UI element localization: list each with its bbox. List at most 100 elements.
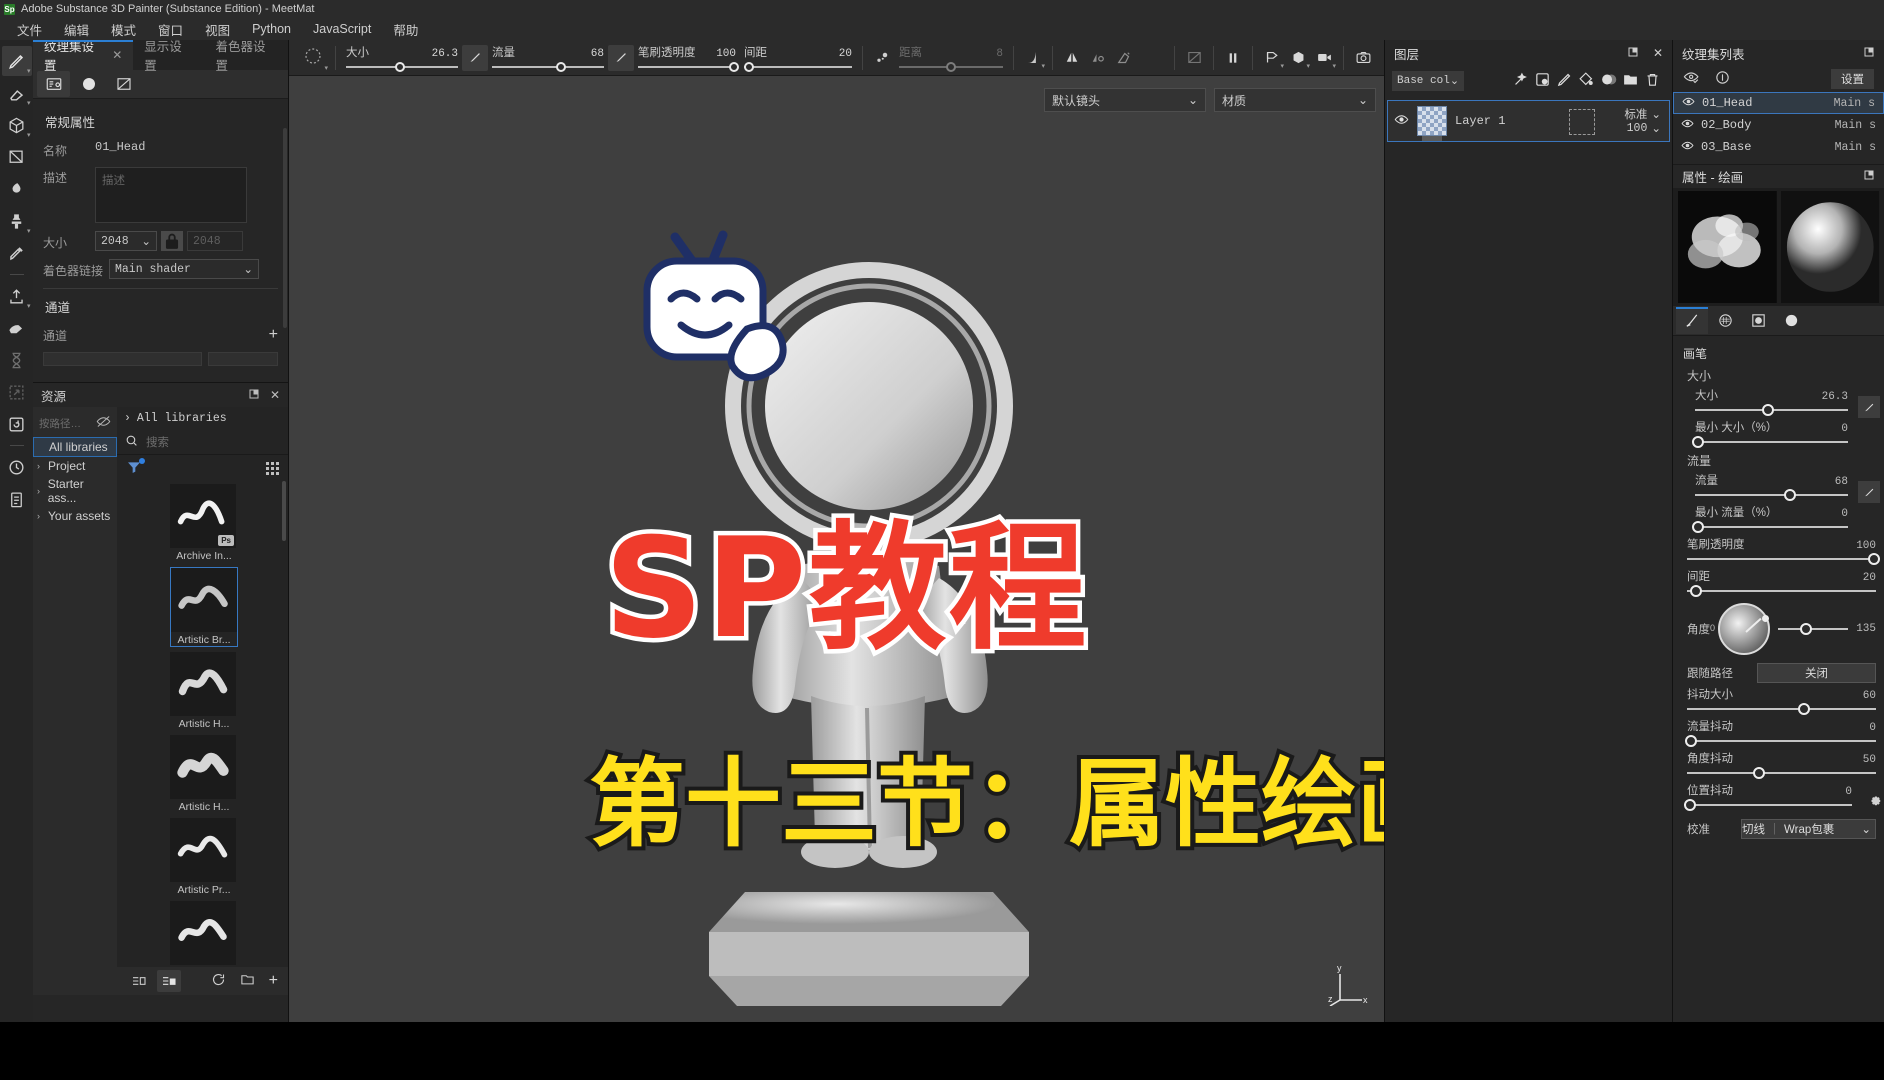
chevron-right-icon[interactable]: › (124, 412, 131, 425)
filter-icon[interactable] (126, 457, 145, 478)
add-folder-icon[interactable] (1622, 71, 1639, 91)
prop-min-flow-row[interactable]: 最小 流量（%） 0 (1673, 503, 1884, 535)
prop-angle-row[interactable]: 角度 0 135 (1673, 599, 1884, 657)
delete-layer-icon[interactable] (1644, 71, 1661, 91)
log-tool[interactable] (2, 484, 32, 514)
falloff-curve-icon[interactable]: ▾ (1020, 45, 1046, 71)
tree-item-all-libraries[interactable]: All libraries (33, 437, 117, 457)
asset-item[interactable]: Artistic H... (170, 735, 238, 813)
detail-view-icon[interactable] (157, 970, 181, 992)
prop-flow-row[interactable]: 流量 68 (1673, 471, 1884, 503)
properties-body[interactable]: 画笔 大小 大小 26.3 最小 大小（%） 0 流量 流量 68 最小 流量（… (1673, 336, 1884, 1080)
lock-icon[interactable] (161, 231, 183, 251)
projection-tool[interactable]: ▾ (2, 110, 32, 140)
bake-tool[interactable] (2, 313, 32, 343)
path-filter-placeholder[interactable]: 按路径… (39, 416, 81, 431)
camera-select[interactable]: 默认镜头 ⌄ (1044, 88, 1206, 112)
close-icon[interactable]: ✕ (270, 388, 280, 403)
add-channel-button[interactable]: + (269, 326, 278, 343)
gear-icon[interactable] (1868, 793, 1882, 810)
viewport-mode-icon[interactable]: ▾ (1259, 45, 1285, 71)
add-paint-layer-icon[interactable] (1556, 71, 1573, 91)
assets-search-row[interactable]: 搜索 (117, 429, 288, 455)
export-tool[interactable]: ▾ (2, 281, 32, 311)
add-icon[interactable]: + (269, 973, 278, 989)
maximize-icon[interactable] (1627, 46, 1639, 61)
pause-render-icon[interactable] (1220, 45, 1246, 71)
tree-item-your-assets[interactable]: › Your assets (33, 507, 117, 525)
refresh-tool[interactable] (2, 409, 32, 439)
shading-select[interactable]: 材质 ⌄ (1214, 88, 1376, 112)
hourglass-tool[interactable] (2, 345, 32, 375)
flow-slider[interactable]: 流量 68 (488, 44, 608, 72)
hide-symmetry-plane-icon[interactable] (1181, 45, 1207, 71)
eye-check-icon[interactable] (1683, 69, 1700, 89)
clone-stamp-tool[interactable]: ▾ (2, 206, 32, 236)
assets-grid[interactable]: Ps Archive In... Artistic Br... Artistic… (117, 481, 288, 967)
prop-angle-jitter-row[interactable]: 角度抖动 50 (1673, 749, 1884, 781)
add-mask-icon[interactable] (1600, 71, 1617, 91)
brush-dynamics-icon[interactable] (869, 45, 895, 71)
shader-select[interactable]: Main shader ⌄ (109, 259, 259, 279)
prop-size-jitter-row[interactable]: 抖动大小 60 (1673, 685, 1884, 717)
asset-item[interactable]: Artistic Pr... (170, 818, 238, 896)
layer-blend-mode[interactable]: 标准 ⌄ (1624, 106, 1661, 122)
brush-tab[interactable] (1676, 307, 1708, 334)
eye-off-icon[interactable] (96, 414, 111, 432)
chevron-right-icon[interactable]: › (37, 461, 45, 471)
assets-scrollbar[interactable] (282, 481, 286, 541)
paint-brush-tool[interactable]: ▾ (1, 46, 32, 76)
add-fill-layer-icon[interactable] (1534, 71, 1551, 91)
layer-mask-slot[interactable] (1569, 109, 1595, 135)
brush-cursor-icon[interactable]: ▾ (299, 43, 329, 73)
texture-set-item-01-head[interactable]: 01_Head Main s (1673, 92, 1884, 114)
refresh-icon[interactable] (211, 972, 226, 990)
asset-item[interactable]: Artistic S... (170, 901, 238, 967)
alpha-tab[interactable] (1709, 307, 1741, 334)
symmetry-radial-icon[interactable] (1085, 45, 1111, 71)
visibility-icon[interactable] (1682, 95, 1695, 112)
channel-slot-a[interactable] (43, 352, 202, 366)
size-pen-pressure-toggle[interactable] (1858, 396, 1880, 418)
size-slider[interactable]: 大小 26.3 (342, 44, 462, 72)
prop-follow-path-row[interactable]: 跟随路径 关闭 (1673, 657, 1884, 685)
material-sphere-preview[interactable] (1780, 191, 1879, 303)
visibility-icon[interactable] (1681, 117, 1694, 134)
chevron-right-icon[interactable]: › (37, 511, 45, 521)
screenshot-icon[interactable] (1350, 45, 1376, 71)
tree-item-project[interactable]: › Project (33, 457, 117, 475)
prop-size-row[interactable]: 大小 26.3 (1673, 386, 1884, 418)
prop-min-size-row[interactable]: 最小 大小（%） 0 (1673, 418, 1884, 450)
texture-set-settings-icon[interactable] (37, 71, 70, 97)
menu-item-javascript[interactable]: JavaScript (302, 20, 382, 38)
tab-display-settings[interactable]: 显示设置 (133, 40, 204, 73)
texture-set-item-03-base[interactable]: 03_Base Main s (1673, 136, 1884, 158)
flow-pen-pressure-toggle[interactable] (608, 44, 634, 71)
maximize-icon[interactable] (1863, 169, 1875, 184)
stencil-tab[interactable] (1742, 307, 1774, 334)
smudge-tool[interactable] (2, 174, 32, 204)
name-value[interactable]: 01_Head (95, 140, 145, 154)
viewport-3d[interactable]: 默认镜头 ⌄ 材质 ⌄ SP教程 第十三节：属性绘 y x z (289, 76, 1384, 1022)
tab-shader-settings[interactable]: 着色器设置 (205, 40, 289, 73)
flow-pen-pressure-toggle[interactable] (1858, 481, 1880, 503)
new-folder-icon[interactable] (240, 972, 255, 990)
camera-mode-icon[interactable]: ▾ (1311, 45, 1337, 71)
prop-flow-jitter-row[interactable]: 流量抖动 0 (1673, 717, 1884, 749)
texture-set-item-02-body[interactable]: 02_Body Main s (1673, 114, 1884, 136)
layer-thumbnail[interactable] (1417, 106, 1447, 141)
asset-item[interactable]: Artistic Br... (170, 567, 238, 647)
add-generator-icon[interactable] (1578, 71, 1595, 91)
spacing-slider[interactable]: 间距 20 (740, 44, 856, 72)
material-tab[interactable] (1775, 307, 1807, 334)
uv-tile-icon[interactable] (107, 71, 140, 97)
layer-opacity[interactable]: 100 ⌄ (1627, 121, 1661, 136)
panel-scrollbar[interactable] (283, 128, 287, 328)
size-width-select[interactable]: 2048 ⌄ (95, 231, 157, 251)
channel-slot-b[interactable] (208, 352, 278, 366)
search-input[interactable]: 搜索 (146, 434, 169, 450)
size-pen-pressure-toggle[interactable] (462, 44, 488, 71)
prop-alignment-row[interactable]: 校准 切线 | Wrap包裹 ⌄ (1673, 813, 1884, 841)
material-mode-icon[interactable]: ▾ (1285, 45, 1311, 71)
angle-wheel[interactable]: 0 (1710, 603, 1770, 655)
